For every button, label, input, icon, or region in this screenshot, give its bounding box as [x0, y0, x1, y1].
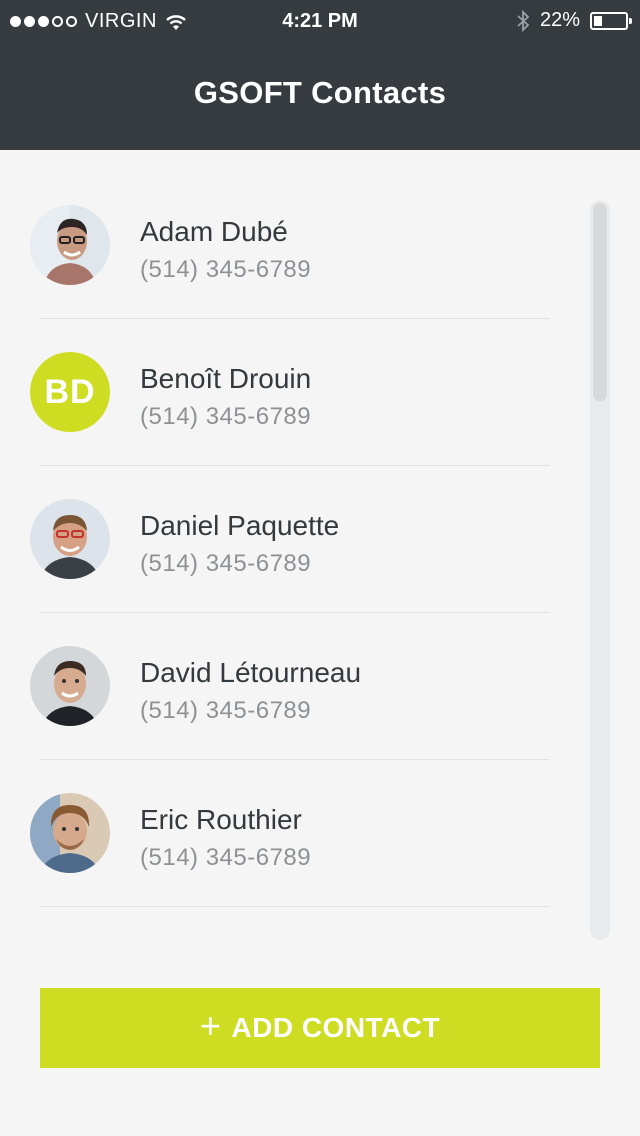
contact-row[interactable]: Adam Dubé (514) 345-6789 [0, 172, 600, 319]
avatar-photo-icon [30, 646, 110, 726]
scrollbar-thumb[interactable] [593, 203, 607, 401]
avatar-photo-icon [30, 205, 110, 285]
row-divider [40, 906, 550, 907]
contact-avatar [30, 205, 110, 285]
avatar-photo-icon [30, 499, 110, 579]
contact-row[interactable]: Daniel Paquette (514) 345-6789 [0, 466, 600, 613]
contact-name: Eric Routhier [140, 804, 302, 835]
contact-initials-avatar: BD [30, 352, 110, 432]
contact-name: Benoît Drouin [140, 363, 312, 394]
contact-phone: (514) 345-6789 [140, 844, 312, 871]
avatar-photo-icon [30, 793, 110, 873]
contact-row[interactable]: Eric Routhier (514) 345-6789 [0, 760, 600, 907]
plus-icon: + [199, 1005, 222, 1046]
contact-avatar [30, 646, 110, 726]
battery-percentage: 22% [539, 9, 580, 31]
contact-row[interactable]: BD Benoît Drouin (514) 345-6789 [0, 319, 600, 466]
contact-avatar [30, 793, 110, 873]
contact-phone: (514) 345-6789 [140, 403, 312, 430]
contact-row[interactable]: David Létourneau (514) 345-6789 [0, 613, 600, 760]
contact-name: David Létourneau [140, 657, 362, 688]
contact-avatar [30, 499, 110, 579]
contact-list: Adam Dubé (514) 345-6789 BD Benoît Droui… [0, 172, 600, 907]
add-contact-label: ADD CONTACT [231, 1012, 441, 1043]
bluetooth-icon [517, 9, 530, 32]
status-bar: VIRGIN 4:21 PM 22% [0, 0, 640, 44]
contact-name: Adam Dubé [140, 216, 288, 247]
contact-name: Daniel Paquette [140, 510, 340, 541]
contact-phone: (514) 345-6789 [140, 256, 312, 283]
scrollbar[interactable] [590, 200, 610, 940]
add-contact-button[interactable]: + ADD CONTACT [40, 988, 600, 1068]
page-title: GSOFT Contacts [193, 75, 447, 110]
contact-phone: (514) 345-6789 [140, 550, 312, 577]
battery-icon [590, 11, 632, 30]
app-header: VIRGIN 4:21 PM 22% GSOFT Contacts [0, 0, 640, 150]
contact-phone: (514) 345-6789 [140, 697, 312, 724]
